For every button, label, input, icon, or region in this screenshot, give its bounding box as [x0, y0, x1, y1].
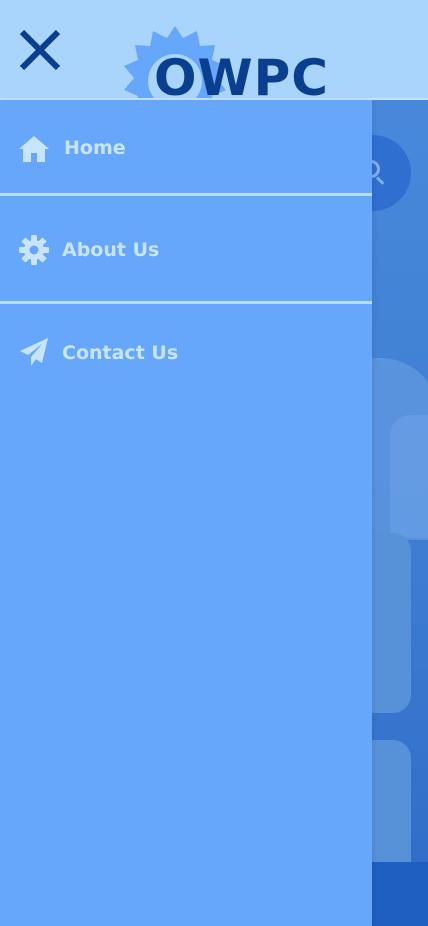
logo-text: OWPC	[154, 49, 329, 100]
app-header: OWPC	[0, 0, 428, 100]
nav-item-contact-us[interactable]: Contact Us	[0, 307, 372, 403]
paper-plane-icon	[20, 338, 48, 366]
navigation-drawer: Home About Us Contact Us	[0, 100, 372, 926]
close-menu-button[interactable]	[16, 26, 64, 74]
background-cloud-illustration-part	[390, 415, 428, 540]
nav-item-home[interactable]: Home	[0, 100, 372, 196]
nav-item-label: Home	[64, 137, 126, 159]
close-icon	[19, 29, 61, 71]
app-screen: OWPC Home About Us Contact Us	[0, 0, 428, 926]
nav-item-about-us[interactable]: About Us	[0, 200, 372, 304]
app-logo[interactable]: OWPC	[120, 26, 328, 98]
nav-item-label: Contact Us	[62, 342, 179, 364]
nav-item-label: About Us	[62, 239, 160, 261]
home-icon	[19, 136, 49, 162]
gear-icon	[19, 235, 49, 265]
